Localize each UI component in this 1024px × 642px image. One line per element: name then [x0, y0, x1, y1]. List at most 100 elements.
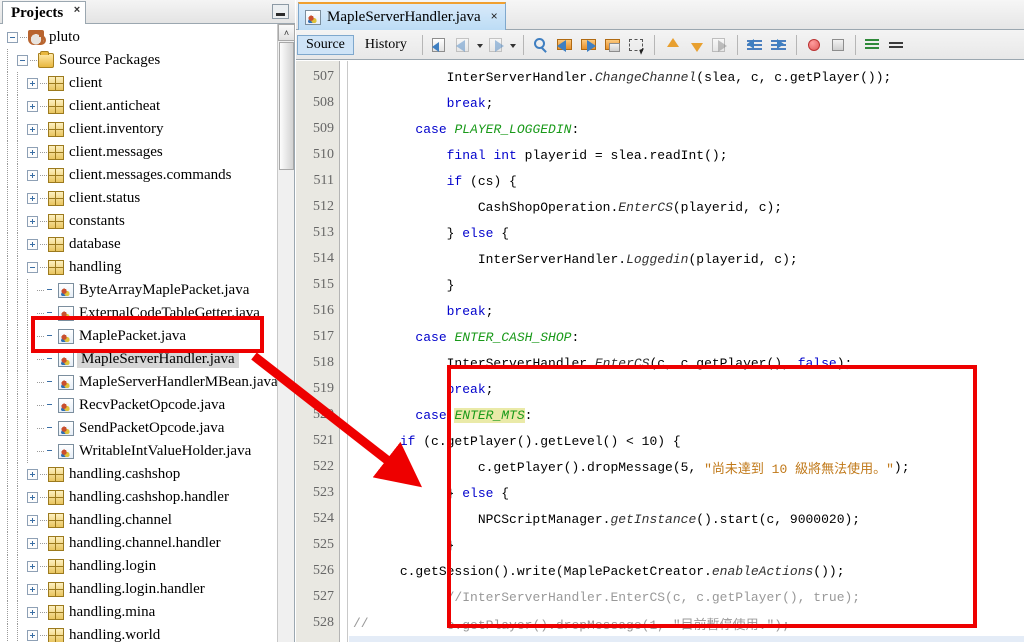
close-icon[interactable]: × — [491, 9, 498, 23]
code-line[interactable]: } — [349, 272, 1024, 298]
tree-expander-plus[interactable] — [27, 124, 38, 135]
code-line[interactable]: // c.getPlayer().dropMessage(1, "目前暫停使用.… — [349, 610, 1024, 636]
tree-item[interactable]: constants — [0, 210, 278, 233]
tree-item[interactable]: handling.mina — [0, 601, 278, 624]
tree-expander-minus[interactable] — [7, 32, 18, 43]
code-line[interactable]: break; — [349, 636, 1024, 642]
minimize-window-button[interactable] — [272, 4, 289, 19]
code-line[interactable]: case ENTER_CASH_SHOP: — [349, 324, 1024, 350]
code-line[interactable]: break; — [349, 298, 1024, 324]
code-line[interactable]: } — [349, 532, 1024, 558]
tree-item[interactable]: SendPacketOpcode.java — [0, 417, 278, 440]
tree-expander-plus[interactable] — [27, 630, 38, 641]
tree-expander-plus[interactable] — [27, 538, 38, 549]
scrollbar-thumb[interactable] — [279, 42, 294, 170]
chevron-down-icon[interactable] — [476, 35, 485, 55]
chevron-down-icon[interactable] — [509, 35, 518, 55]
tree-item[interactable]: client.inventory — [0, 118, 278, 141]
tree-item[interactable]: pluto — [0, 26, 278, 49]
tree-item[interactable]: client — [0, 72, 278, 95]
comment-block-icon[interactable] — [710, 35, 730, 55]
project-tree-scrollbar[interactable]: ˄ — [277, 24, 295, 642]
tree-item[interactable]: ByteArrayMaplePacket.java — [0, 279, 278, 302]
tree-item[interactable]: client.messages.commands — [0, 164, 278, 187]
tree-expander-plus[interactable] — [27, 216, 38, 227]
tree-item[interactable]: database — [0, 233, 278, 256]
tab-source[interactable]: Source — [297, 34, 354, 55]
code-line[interactable]: break; — [349, 90, 1024, 116]
tree-item[interactable]: handling — [0, 256, 278, 279]
tree-item[interactable]: handling.channel — [0, 509, 278, 532]
code-line[interactable]: case PLAYER_LOGGEDIN: — [349, 116, 1024, 142]
tree-expander-plus[interactable] — [27, 101, 38, 112]
previous-occurrence-icon[interactable] — [555, 35, 575, 55]
tree-item[interactable]: handling.cashshop — [0, 463, 278, 486]
previous-bookmark-icon[interactable] — [454, 35, 474, 55]
code-line[interactable]: InterServerHandler. ChangeChannel (slea, c… — [349, 64, 1024, 90]
code-line[interactable]: } else { — [349, 480, 1024, 506]
tree-expander-plus[interactable] — [27, 584, 38, 595]
code-lines[interactable]: InterServerHandler. ChangeChannel (slea, c… — [349, 61, 1024, 642]
find-selection-icon[interactable] — [531, 35, 551, 55]
tree-expander-plus[interactable] — [27, 78, 38, 89]
code-line[interactable]: break; — [349, 376, 1024, 402]
inspect-hierarchy-icon[interactable] — [887, 35, 907, 55]
tree-expander-plus[interactable] — [27, 561, 38, 572]
tab-maple-server-handler[interactable]: MapleServerHandler.java × — [298, 2, 506, 30]
close-icon[interactable]: × — [74, 4, 80, 16]
code-line[interactable]: NPCScriptManager. getInstance ().start(c, … — [349, 506, 1024, 532]
tab-history[interactable]: History — [356, 35, 416, 55]
tree-expander-plus[interactable] — [27, 492, 38, 503]
tree-expander-plus[interactable] — [27, 515, 38, 526]
code-line[interactable]: final int playerid = slea.readInt(); — [349, 142, 1024, 168]
tree-expander-plus[interactable] — [27, 469, 38, 480]
tree-item[interactable]: client.status — [0, 187, 278, 210]
scroll-up-button[interactable]: ˄ — [278, 24, 295, 41]
tree-item[interactable]: ExternalCodeTableGetter.java — [0, 302, 278, 325]
tree-item[interactable]: RecvPacketOpcode.java — [0, 394, 278, 417]
tree-item[interactable]: WritableIntValueHolder.java — [0, 440, 278, 463]
code-line[interactable]: case ENTER_MTS: — [349, 402, 1024, 428]
code-line[interactable]: if (c.getPlayer().getLevel() < 10) { — [349, 428, 1024, 454]
next-bookmark-icon[interactable] — [487, 35, 507, 55]
code-line[interactable]: c.getSession().write(MaplePacketCreator.… — [349, 558, 1024, 584]
tree-item-selected[interactable]: MapleServerHandler.java — [0, 348, 278, 371]
tree-item[interactable]: MaplePacket.java — [0, 325, 278, 348]
tree-item[interactable]: Source Packages — [0, 49, 278, 72]
tree-expander-plus[interactable] — [27, 239, 38, 250]
tree-item[interactable]: handling.login.handler — [0, 578, 278, 601]
tree-item[interactable]: client.messages — [0, 141, 278, 164]
code-line[interactable]: CashShopOperation. EnterCS (playerid, c); — [349, 194, 1024, 220]
tree-expander-minus[interactable] — [27, 262, 38, 273]
tree-expander-minus[interactable] — [17, 55, 28, 66]
project-tree[interactable]: pluto Source Packages client client.antiche… — [0, 24, 278, 642]
shift-line-left-icon[interactable] — [745, 35, 765, 55]
shift-line-down-icon[interactable] — [686, 35, 706, 55]
stop-icon[interactable] — [828, 35, 848, 55]
code-line[interactable]: InterServerHandler. Loggedin (playerid, c)… — [349, 246, 1024, 272]
toggle-highlight-icon[interactable] — [603, 35, 623, 55]
tree-item[interactable]: client.anticheat — [0, 95, 278, 118]
code-line[interactable]: InterServerHandler. EnterCS (c, c.getPlaye… — [349, 350, 1024, 376]
rectangular-selection-icon[interactable] — [627, 35, 647, 55]
tree-item[interactable]: handling.channel.handler — [0, 532, 278, 555]
inspect-members-icon[interactable] — [863, 35, 883, 55]
tree-expander-plus[interactable] — [27, 170, 38, 181]
tree-item[interactable]: handling.world — [0, 624, 278, 642]
tree-item[interactable]: handling.login — [0, 555, 278, 578]
tree-expander-plus[interactable] — [27, 607, 38, 618]
code-line[interactable]: } else { — [349, 220, 1024, 246]
code-line[interactable]: c.getPlayer().dropMessage(5, "尚未達到 10 級將… — [349, 454, 1024, 480]
shift-line-up-icon[interactable] — [662, 35, 682, 55]
tree-item[interactable]: MapleServerHandlerMBean.java — [0, 371, 278, 394]
toggle-bookmark-icon[interactable] — [430, 35, 450, 55]
tab-projects[interactable]: Projects × — [2, 1, 87, 24]
next-occurrence-icon[interactable] — [579, 35, 599, 55]
code-line[interactable]: if (cs) { — [349, 168, 1024, 194]
toggle-breakpoint-icon[interactable] — [804, 35, 824, 55]
code-line[interactable]: //InterServerHandler.EnterCS(c, c.getPla… — [349, 584, 1024, 610]
shift-line-right-icon[interactable] — [769, 35, 789, 55]
tree-expander-plus[interactable] — [27, 147, 38, 158]
tree-expander-plus[interactable] — [27, 193, 38, 204]
tree-item[interactable]: handling.cashshop.handler — [0, 486, 278, 509]
